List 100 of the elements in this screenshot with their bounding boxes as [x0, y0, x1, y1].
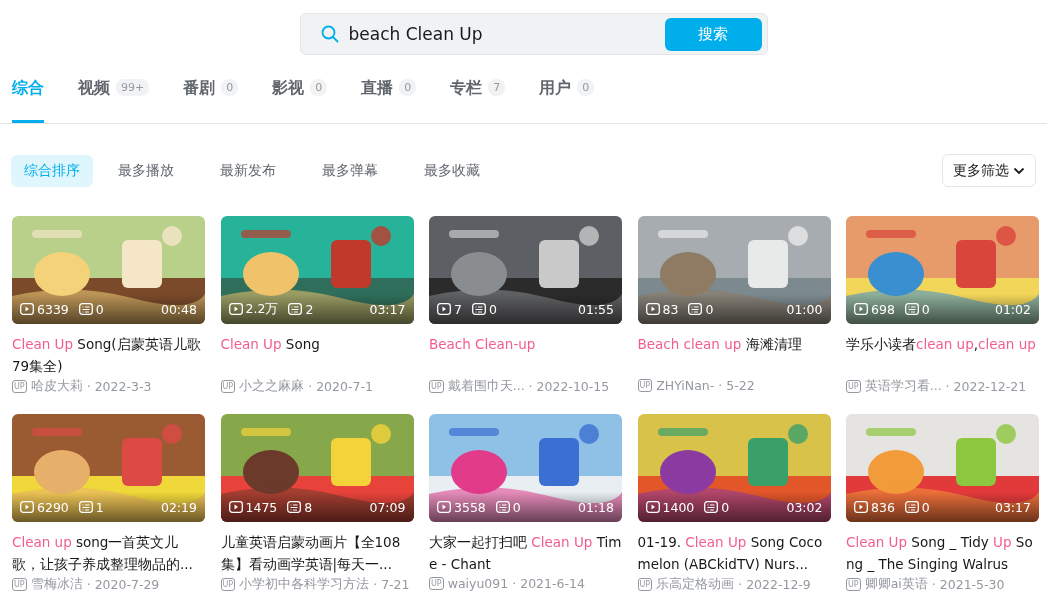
video-title[interactable]: 儿童英语启蒙动画片【全108集】看动画学英语|每天一... — [220, 531, 414, 575]
play-icon — [228, 303, 243, 315]
chevron-down-icon — [1013, 166, 1025, 175]
tab[interactable]: 直播 0 — [361, 78, 417, 123]
video-thumbnail[interactable]: 836 0 03:17 — [846, 414, 1039, 522]
uploader-name[interactable]: 小之之麻麻 — [239, 378, 305, 395]
up-badge: UP — [846, 380, 861, 393]
upload-date: · 2021-5-30 — [931, 577, 1005, 592]
search-field[interactable]: beach Clean Up — [346, 23, 657, 45]
video-title[interactable]: 01-19. Clean Up Song Cocomelon (ABCkidTV) Nurs... — [637, 531, 831, 575]
danmaku-count: 0 — [95, 301, 104, 317]
upload-date: · 2022-10-15 — [528, 379, 610, 394]
upload-date: · 2022-3-3 — [86, 379, 152, 394]
play-icon — [20, 501, 34, 513]
danmaku-icon — [288, 303, 303, 315]
view-count: 7 — [454, 301, 462, 317]
view-count: 6339 — [37, 301, 69, 317]
danmaku-icon — [704, 501, 719, 513]
duration: 01:02 — [994, 301, 1031, 317]
danmaku-icon — [495, 501, 510, 513]
video-title[interactable]: Clean Up Song — [220, 333, 414, 377]
video-title[interactable]: 大家一起打扫吧 Clean Up Time - Chant — [429, 531, 622, 575]
sort-option[interactable]: 最多收藏 — [411, 154, 493, 187]
danmaku-count: 0 — [721, 499, 730, 515]
view-count: 1400 — [662, 499, 695, 515]
view-count: 6290 — [37, 499, 69, 515]
play-icon — [645, 303, 660, 315]
video-title[interactable]: Clean Up Song _ Tidy Up Song _ The Singing Walrus — [846, 531, 1039, 575]
search-bar[interactable]: beach Clean Up 搜索 — [299, 13, 768, 55]
video-title[interactable]: Clean Up Song(启蒙英语儿歌79集全) — [12, 333, 205, 377]
sort-option[interactable]: 最多播放 — [105, 154, 187, 187]
up-badge: UP — [12, 578, 27, 591]
uploader-name[interactable]: 雪梅冰洁 — [30, 576, 83, 593]
view-count: 1475 — [245, 499, 278, 515]
video-title[interactable]: Clean up song一首英文儿歌，让孩子养成整理物品的... — [12, 531, 205, 575]
play-icon — [228, 501, 243, 513]
danmaku-icon — [287, 501, 302, 513]
count-badge: 99+ — [116, 79, 150, 96]
sort-option[interactable]: 最新发布 — [207, 154, 289, 187]
uploader-name[interactable]: 小学初中各科学习方法 — [239, 576, 370, 593]
video-thumbnail[interactable]: 3558 0 01:18 — [429, 414, 622, 522]
video-title[interactable]: Beach clean up 海滩清理 — [637, 333, 831, 377]
video-thumbnail[interactable]: 2.2万 2 03:17 — [220, 216, 414, 324]
play-icon — [437, 501, 451, 513]
search-icon — [320, 25, 339, 43]
video-title[interactable]: 学乐小读者clean up,clean up — [846, 333, 1039, 377]
tab[interactable]: 用户 0 — [539, 78, 595, 123]
tab-label: 番剧 — [183, 78, 216, 99]
view-count: 3558 — [454, 499, 486, 515]
danmaku-icon — [78, 303, 93, 315]
uploader-name[interactable]: 戴着围巾天... — [447, 378, 525, 395]
play-icon — [645, 501, 660, 513]
view-count: 836 — [871, 499, 895, 515]
filter-dropdown[interactable]: 更多筛选 — [942, 154, 1036, 187]
sort-option[interactable]: 最多弹幕 — [309, 154, 391, 187]
video-thumbnail[interactable]: 1400 0 03:02 — [637, 414, 831, 522]
play-icon — [20, 303, 34, 315]
up-badge: UP — [637, 578, 653, 591]
video-thumbnail[interactable]: 6339 0 00:48 — [12, 216, 205, 324]
uploader-name[interactable]: 哈皮大莉 — [30, 378, 83, 395]
video-thumbnail[interactable]: 698 0 01:02 — [846, 216, 1039, 324]
uploader-name[interactable]: 英语学习看... — [864, 378, 942, 395]
tab-label: 用户 — [539, 78, 572, 99]
tab[interactable]: 影视 0 — [272, 78, 328, 123]
tab[interactable]: 专栏 7 — [450, 78, 506, 123]
danmaku-icon — [688, 303, 703, 315]
video-thumbnail[interactable]: 83 0 01:00 — [637, 216, 831, 324]
upload-date: · 2021-6-14 — [512, 576, 585, 591]
count-badge: 0 — [310, 79, 328, 96]
video-title[interactable]: Beach Clean-up — [429, 333, 622, 377]
up-badge: UP — [220, 578, 236, 591]
duration: 01:18 — [577, 499, 614, 515]
tab-label: 直播 — [361, 78, 394, 99]
up-badge: UP — [429, 380, 444, 393]
danmaku-count: 0 — [921, 301, 930, 317]
danmaku-count: 0 — [512, 499, 521, 515]
upload-date: · 2022-12-21 — [945, 379, 1027, 394]
tab-label: 综合 — [12, 78, 44, 99]
tab[interactable]: 视频 99+ — [78, 78, 150, 123]
video-thumbnail[interactable]: 1475 8 07:09 — [220, 414, 414, 522]
uploader-name[interactable]: 卿卿ai英语 — [864, 576, 928, 593]
video-thumbnail[interactable]: 6290 1 02:19 — [12, 414, 205, 522]
tab-label: 影视 — [272, 78, 305, 99]
tab-label: 专栏 — [450, 78, 483, 99]
tab[interactable]: 番剧 0 — [183, 78, 239, 123]
uploader-name[interactable]: 乐高定格动画 — [656, 576, 735, 593]
duration: 01:55 — [577, 301, 614, 317]
danmaku-count: 8 — [304, 499, 313, 515]
danmaku-count: 0 — [921, 499, 930, 515]
count-badge: 0 — [221, 79, 239, 96]
duration: 00:48 — [160, 301, 197, 317]
video-thumbnail[interactable]: 7 0 01:55 — [429, 216, 622, 324]
count-badge: 0 — [399, 79, 417, 96]
uploader-name[interactable]: waiyu091 — [447, 576, 509, 591]
duration: 01:00 — [786, 301, 823, 317]
view-count: 698 — [871, 301, 895, 317]
upload-date: · 5-22 — [718, 378, 755, 393]
up-badge: UP — [429, 577, 444, 590]
duration: 03:02 — [786, 499, 823, 515]
duration: 07:09 — [369, 499, 406, 515]
